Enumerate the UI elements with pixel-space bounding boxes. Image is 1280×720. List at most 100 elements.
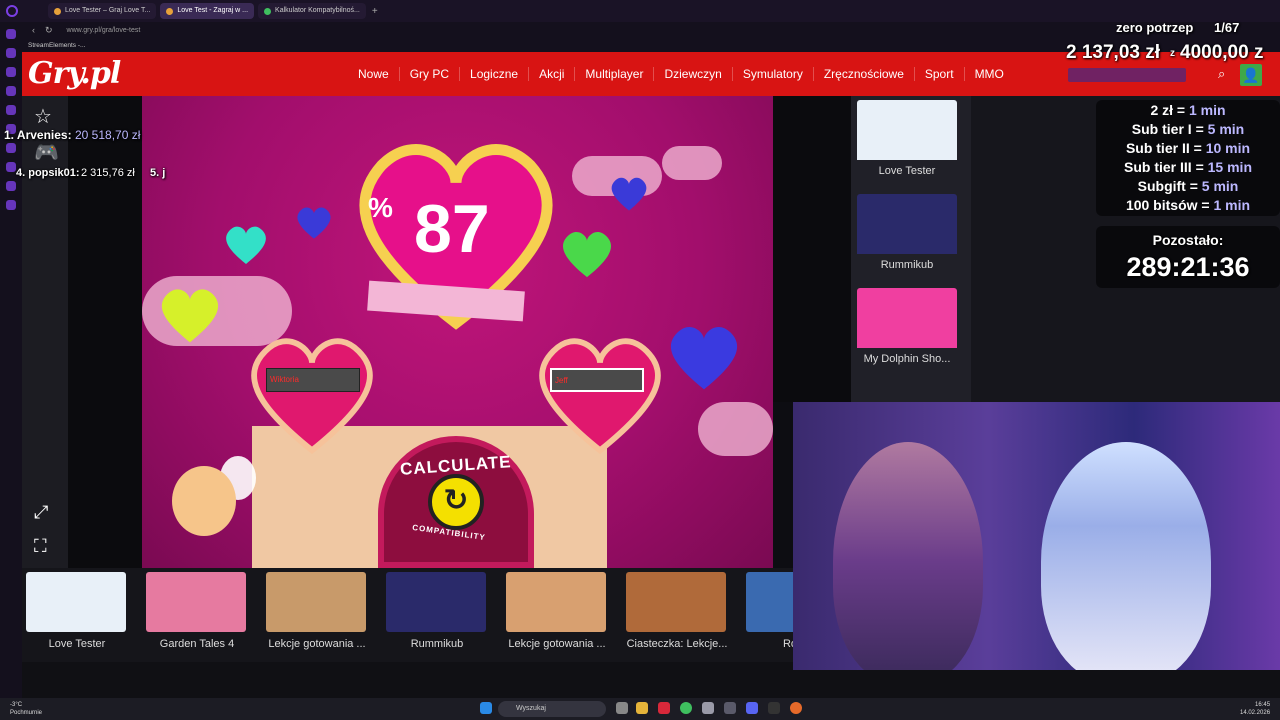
expand-icon[interactable]: ⤢ (34, 502, 48, 523)
heart-icon (297, 207, 331, 239)
back-icon[interactable]: ‹ (32, 25, 35, 35)
gamepad-icon[interactable]: 🎮 (34, 140, 59, 165)
task-view-icon[interactable] (616, 702, 628, 714)
user-icon[interactable]: 👤 (1240, 64, 1262, 86)
sidebar-app-icon[interactable] (6, 143, 16, 153)
game-title: Royal (782, 638, 793, 650)
nav-item[interactable]: Dziewczyn (654, 67, 733, 81)
carousel-game-card[interactable]: Lekcje gotowania ... (506, 572, 608, 656)
nav-item[interactable]: Zręcznościowe (814, 67, 915, 81)
game-canvas[interactable]: % 87 Wiktoria Jeff CALCULATE ↻ COMPATIBI… (142, 96, 773, 568)
rate-item: Subgift = (1137, 178, 1198, 194)
donation-goal: 4000,00 z (1180, 42, 1264, 63)
sidebar-app-icon[interactable] (6, 181, 16, 191)
sidebar-app-icon[interactable] (6, 29, 16, 39)
webcam-feed (793, 402, 1280, 670)
donation-total: 2 137,03 zł (1066, 42, 1161, 63)
weather-desc: Pochmurnie (10, 710, 43, 716)
rate-item: 2 zł = (1150, 102, 1186, 118)
game-thumbnail (146, 572, 246, 632)
nav-item[interactable]: Symulatory (733, 67, 814, 81)
rate-value: 1 min (1188, 102, 1226, 118)
clock-date: 14.02.2026 (1240, 710, 1271, 716)
nav-item[interactable]: Multiplayer (575, 67, 655, 81)
sidebar-app-icon[interactable] (6, 162, 16, 172)
site-search-input[interactable] (1068, 68, 1186, 82)
search-icon[interactable]: ⌕ (1218, 66, 1225, 82)
nav-item[interactable]: Sport (915, 67, 965, 81)
leaderboard-rank-1: 1. Arvenies: (4, 128, 72, 142)
donation-separator: z (1170, 48, 1175, 59)
game-title: Ciasteczka: Lekcje... (626, 638, 728, 650)
game-thumbnail (626, 572, 726, 632)
leaderboard-value-1: 20 518,70 zł (75, 128, 141, 142)
second-name-input[interactable]: Jeff (550, 368, 644, 392)
opera-icon[interactable] (658, 702, 670, 714)
nav-item[interactable]: Logiczne (460, 67, 530, 81)
weather-temp: -3°C (10, 702, 23, 708)
nav-item[interactable]: Akcji (529, 67, 576, 81)
sidebar-app-icon[interactable] (6, 200, 16, 210)
game-title: Love Tester (48, 638, 106, 650)
tab-love-tester[interactable]: Love Tester – Graj Love T... (48, 3, 157, 19)
leaderboard-rank-5: 5. j (150, 167, 166, 179)
fullscreen-icon[interactable]: ⛶ (34, 536, 47, 557)
game-title: Rummikub (410, 638, 464, 650)
related-game-card[interactable]: My Dolphin Sho... (857, 288, 957, 376)
heart-icon (611, 177, 647, 211)
nav-item[interactable]: MMO (965, 67, 1014, 81)
spotify-icon[interactable] (680, 702, 692, 714)
rate-line: 100 bitsów = 1 min (1096, 197, 1280, 213)
url-field[interactable]: www.gry.pl/gra/love-test (67, 27, 141, 34)
taskbar-search[interactable]: Wyszukaj (498, 701, 606, 717)
start-icon[interactable] (480, 702, 492, 714)
game-thumbnail (857, 288, 957, 348)
star-icon[interactable]: ☆ (34, 104, 52, 129)
clock-time: 16:45 (1255, 702, 1271, 708)
site-nav: Nowe Gry PC Logiczne Akcji Multiplayer Dziewc… (348, 52, 1014, 96)
discord-icon[interactable] (746, 702, 758, 714)
firefox-icon[interactable] (790, 702, 802, 714)
sidebar-app-icon[interactable] (6, 86, 16, 96)
opera-logo-icon[interactable] (6, 5, 18, 17)
nav-item[interactable]: Nowe (348, 67, 400, 81)
streamer-left (833, 442, 983, 670)
new-tab-button[interactable]: + (372, 6, 378, 17)
reload-icon[interactable]: ↻ (45, 25, 53, 36)
rate-line: 2 zł = 1 min (1096, 102, 1280, 118)
carousel-game-card[interactable]: Garden Tales 4 (146, 572, 248, 656)
rate-item: Sub tier I = (1131, 121, 1204, 137)
carousel-game-card[interactable]: Love Tester (26, 572, 128, 656)
tab-love-test[interactable]: Love Test - Zagraj w ... (160, 3, 255, 19)
system-clock[interactable]: 16:45 14.02.2026 (1240, 701, 1270, 717)
related-game-card[interactable]: Love Tester (857, 100, 957, 188)
games-carousel: Love Tester Garden Tales 4 Lekcje gotowani… (22, 568, 793, 662)
streamer-right (1041, 442, 1211, 670)
sidebar-app-icon[interactable] (6, 48, 16, 58)
carousel-game-card[interactable]: Rummikub (386, 572, 488, 656)
sidebar-app-icon[interactable] (6, 67, 16, 77)
obs-icon[interactable] (768, 702, 780, 714)
bookmark-streamelements[interactable]: StreamElements -... (28, 42, 85, 49)
site-logo[interactable]: Gry.pl (28, 56, 121, 91)
sidebar-app-icon[interactable] (6, 105, 16, 115)
carousel-game-card[interactable]: Ciasteczka: Lekcje... (626, 572, 728, 656)
weather-widget[interactable]: -3°C Pochmurnie (10, 701, 42, 717)
heart-icon (226, 226, 266, 264)
file-explorer-icon[interactable] (636, 702, 648, 714)
nav-item[interactable]: Gry PC (400, 67, 461, 81)
carousel-game-card[interactable]: Royal (746, 572, 793, 656)
tab-label: Love Tester – Graj Love T... (65, 7, 151, 14)
app-icon[interactable] (724, 702, 736, 714)
tab-kalkulator[interactable]: Kalkulator Kompatybilnoś... (258, 3, 366, 19)
timer-label: Pozostało: (1152, 232, 1224, 248)
favicon-icon (166, 7, 174, 15)
rate-value: 10 min (1205, 140, 1251, 156)
related-games-rail: Love Tester Rummikub My Dolphin Sho... (851, 96, 971, 402)
content-gap (773, 96, 851, 402)
related-game-card[interactable]: Rummikub (857, 194, 957, 282)
game-thumbnail (386, 572, 486, 632)
carousel-game-card[interactable]: Lekcje gotowania ... (266, 572, 368, 656)
settings-icon[interactable] (702, 702, 714, 714)
first-name-input[interactable]: Wiktoria (266, 368, 360, 392)
